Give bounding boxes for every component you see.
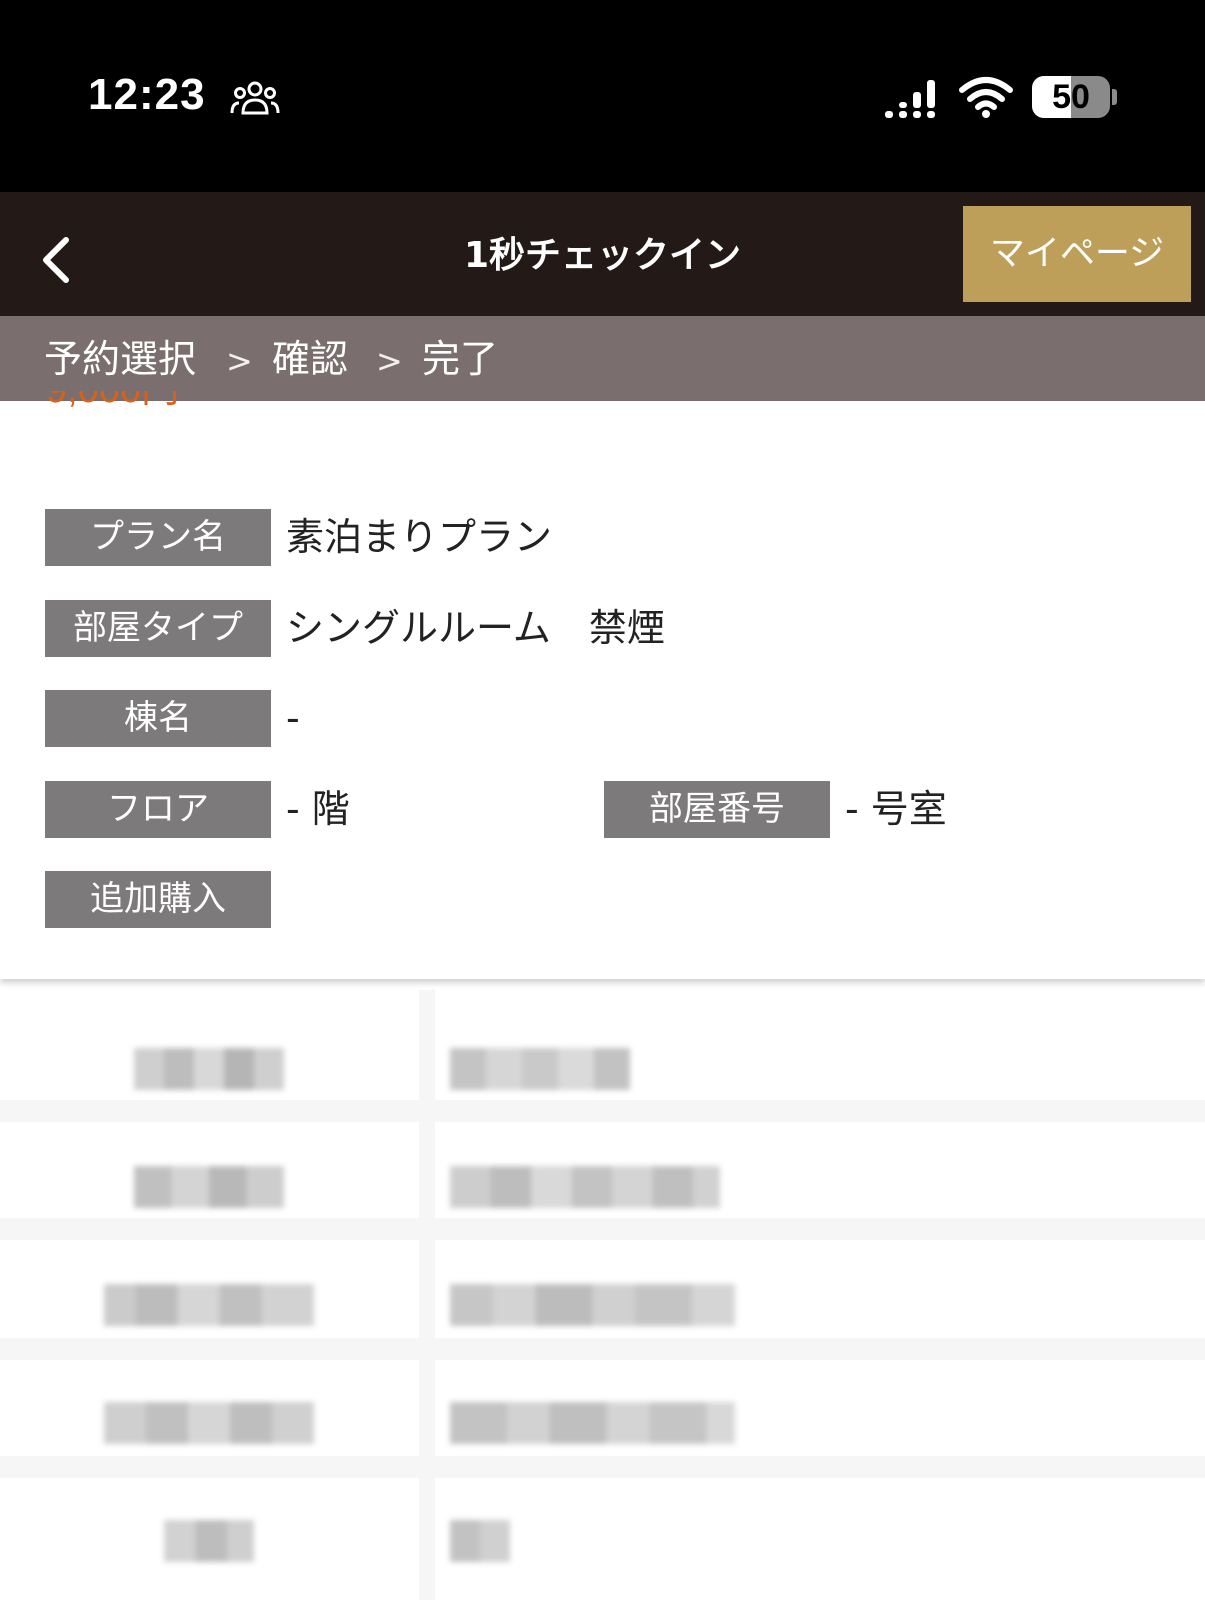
price-text: 9,000円 [46, 391, 179, 413]
chevron-left-icon [43, 237, 69, 283]
breadcrumb-separator: > [376, 342, 403, 380]
pixelated-label [134, 1048, 284, 1090]
price-partial: 9,000円 [46, 391, 246, 419]
pixelated-value [450, 1402, 735, 1444]
row-divider [0, 1218, 1205, 1240]
breadcrumb-step-complete: 完了 [422, 337, 499, 381]
battery-icon: 50 [1032, 76, 1117, 118]
room-number-label: 部屋番号 [604, 781, 830, 838]
pixelated-value [450, 1048, 630, 1090]
people-icon [230, 81, 280, 115]
building-value: - [286, 696, 300, 740]
wifi-icon [959, 77, 1013, 118]
breadcrumb-step-select: 予約選択 [44, 337, 197, 381]
breadcrumb: 予約選択 > 確認 > 完了 [0, 316, 1205, 401]
row-divider [0, 1100, 1205, 1122]
status-bar: 12:23 50 [0, 0, 1205, 192]
pixelated-label [104, 1402, 314, 1444]
status-time: 12:23 [88, 70, 206, 119]
room-type-value: シングルルーム 禁煙 [286, 606, 665, 650]
row-divider [0, 1338, 1205, 1360]
column-divider [419, 990, 435, 1600]
room-number-value: - 号室 [845, 787, 947, 831]
pixelated-value [450, 1166, 720, 1208]
breadcrumb-step-confirm: 確認 [272, 337, 349, 381]
pixelated-value [450, 1284, 735, 1326]
page-title: 1秒チェックイン [463, 235, 742, 276]
pixelated-label [134, 1166, 284, 1208]
room-type-label: 部屋タイプ [45, 600, 271, 657]
floor-label: フロア [45, 781, 271, 838]
floor-value: - 階 [286, 787, 350, 831]
pixelated-label [104, 1284, 314, 1326]
guest-info-table [0, 990, 1205, 1600]
extra-purchase-label: 追加購入 [45, 871, 271, 928]
battery-percent: 50 [1052, 78, 1090, 116]
pixelated-label [164, 1520, 254, 1562]
signal-icon [885, 80, 935, 118]
pixelated-value [450, 1520, 510, 1562]
plan-label: プラン名 [45, 509, 271, 566]
row-divider [0, 1456, 1205, 1478]
plan-value: 素泊まりプラン [286, 515, 553, 559]
building-label: 棟名 [45, 690, 271, 747]
breadcrumb-separator: > [226, 342, 253, 380]
mypage-button[interactable]: マイページ [963, 206, 1191, 302]
back-button[interactable] [28, 222, 88, 298]
